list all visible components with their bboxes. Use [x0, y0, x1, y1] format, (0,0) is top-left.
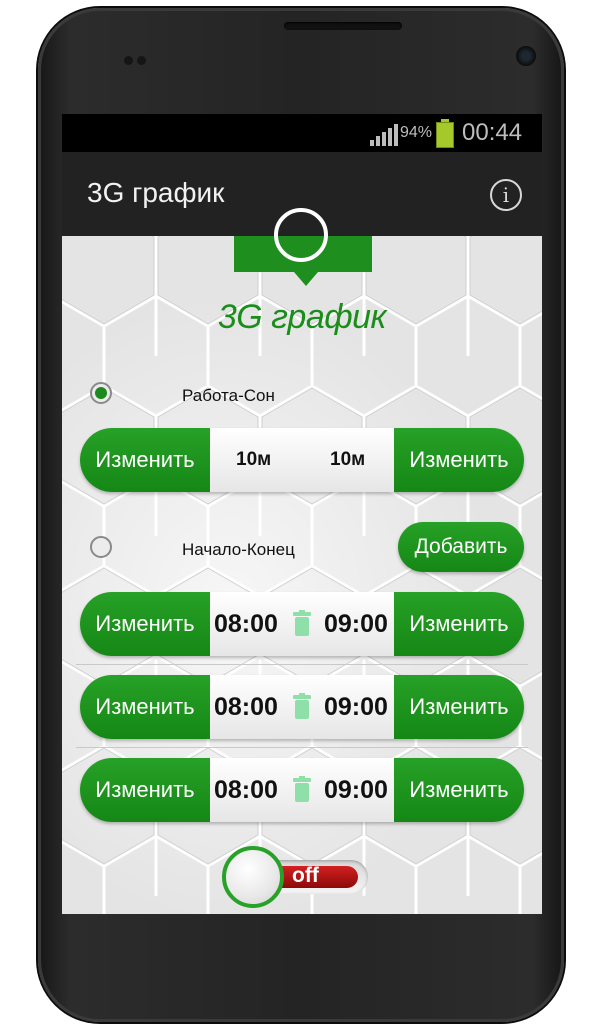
schedule-times: 08:00 09:00	[210, 592, 394, 656]
status-clock: 00:44	[462, 119, 523, 146]
change-sleep-button[interactable]: Изменить	[394, 428, 524, 492]
clock-icon	[274, 208, 328, 262]
change-end-button[interactable]: Изменить	[394, 592, 524, 656]
trash-icon[interactable]	[292, 693, 312, 719]
change-end-button[interactable]: Изменить	[394, 675, 524, 739]
divider	[76, 664, 528, 665]
app-title: 3G график	[87, 177, 225, 208]
work-sleep-values: 10м 10м	[210, 428, 394, 492]
change-work-button[interactable]: Изменить	[80, 428, 210, 492]
change-start-button[interactable]: Изменить	[80, 675, 210, 739]
proximity-sensor	[124, 52, 164, 65]
radio-work-sleep[interactable]	[90, 382, 112, 404]
service-toggle[interactable]: off	[222, 846, 368, 908]
logo-badge	[234, 208, 372, 286]
battery-icon	[436, 119, 454, 148]
front-camera	[516, 46, 536, 66]
signal-icon	[370, 124, 398, 146]
change-start-button[interactable]: Изменить	[80, 758, 210, 822]
radio-start-end[interactable]	[90, 536, 112, 558]
sleep-duration: 10м	[330, 449, 366, 470]
schedule-row: Изменить 08:00 09:00 Изменить	[80, 675, 524, 739]
schedule-row: Изменить 08:00 09:00 Изменить	[80, 592, 524, 656]
end-time: 09:00	[324, 776, 388, 804]
work-duration: 10м	[236, 449, 272, 470]
radio-label-work-sleep: Работа-Сон	[182, 386, 275, 405]
screen: 94% 00:44 3G график i 3G график Работа-С…	[62, 114, 542, 914]
change-end-button[interactable]: Изменить	[394, 758, 524, 822]
toggle-knob[interactable]	[222, 846, 284, 908]
start-time: 08:00	[214, 776, 278, 804]
logo-title: 3G график	[217, 298, 387, 336]
battery-percent: 94%	[400, 124, 433, 141]
start-time: 08:00	[214, 693, 278, 721]
change-start-button[interactable]: Изменить	[80, 592, 210, 656]
end-time: 09:00	[324, 693, 388, 721]
toggle-label: off	[292, 864, 319, 887]
info-icon[interactable]: i	[490, 179, 522, 211]
schedule-row: Изменить 08:00 09:00 Изменить	[80, 758, 524, 822]
add-schedule-button[interactable]: Добавить	[398, 522, 524, 572]
radio-label-start-end: Начало-Конец	[182, 540, 295, 559]
trash-icon[interactable]	[292, 610, 312, 636]
schedule-times: 08:00 09:00	[210, 675, 394, 739]
divider	[76, 747, 528, 748]
status-bar: 94% 00:44	[62, 114, 542, 152]
main-content: 3G график Работа-Сон Изменить 10м 10м Из…	[62, 208, 542, 914]
end-time: 09:00	[324, 610, 388, 638]
earpiece-speaker	[284, 22, 402, 30]
start-time: 08:00	[214, 610, 278, 638]
schedule-times: 08:00 09:00	[210, 758, 394, 822]
work-sleep-row: Изменить 10м 10м Изменить	[80, 428, 524, 492]
trash-icon[interactable]	[292, 776, 312, 802]
